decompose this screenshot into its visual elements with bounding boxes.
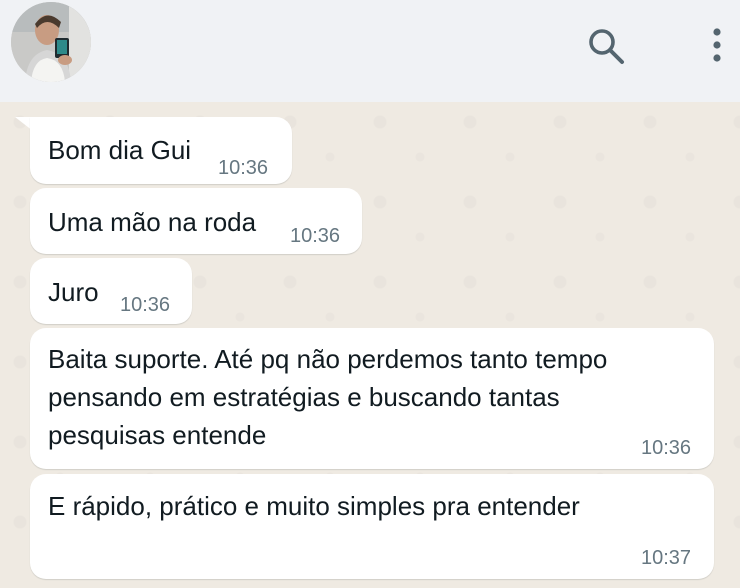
message-bubble[interactable]: Juro 10:36 [30, 258, 192, 324]
message-timestamp: 10:36 [641, 437, 692, 459]
message-bubble[interactable]: Uma mão na roda 10:36 [30, 188, 362, 254]
message-timestamp: 10:36 [120, 294, 171, 316]
message-timestamp: 10:36 [218, 157, 269, 179]
avatar-photo-icon [11, 2, 91, 82]
more-vertical-icon [713, 28, 721, 62]
message-text: Baita suporte. Até pq não perdemos tanto… [48, 344, 608, 450]
message-bubble[interactable]: Bom dia Gui 10:36 [30, 117, 292, 184]
chat-header [0, 0, 740, 102]
message-bubble[interactable]: E rápido, prático e muito simples pra en… [30, 474, 714, 579]
message-text: E rápido, prático e muito simples pra en… [48, 491, 580, 521]
menu-button[interactable] [702, 22, 732, 68]
search-button[interactable] [584, 24, 628, 68]
message-text: Juro [48, 277, 99, 307]
contact-avatar[interactable] [11, 2, 91, 82]
message-timestamp: 10:37 [641, 547, 692, 569]
message-text: Bom dia Gui [48, 135, 192, 165]
search-icon [589, 29, 624, 64]
message-bubble[interactable]: Baita suporte. Até pq não perdemos tanto… [30, 328, 714, 469]
message-timestamp: 10:36 [290, 225, 341, 247]
message-text: Uma mão na roda [48, 207, 257, 237]
